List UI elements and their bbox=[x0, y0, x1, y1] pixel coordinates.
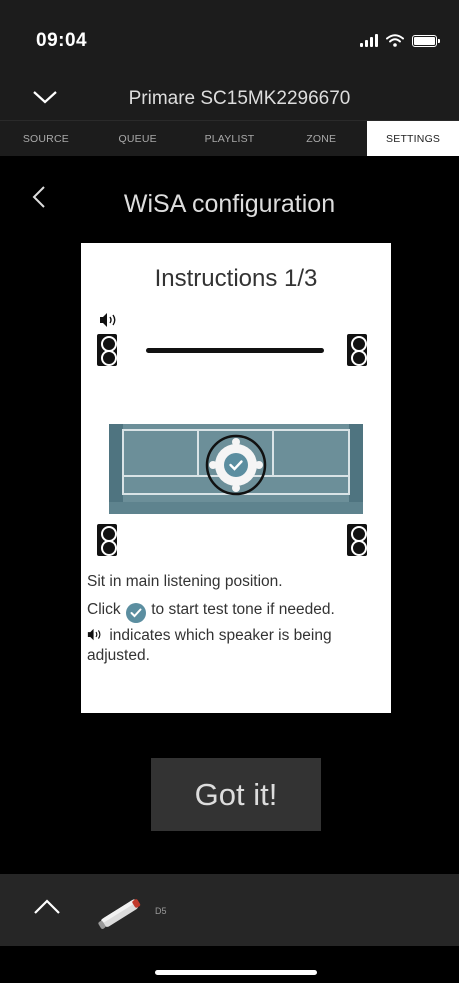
battery-icon bbox=[412, 34, 440, 47]
player-source-label: D5 bbox=[155, 906, 167, 916]
speaker-rear-right-icon bbox=[347, 524, 367, 556]
tab-source[interactable]: SOURCE bbox=[0, 121, 92, 156]
instruction-line-2-suffix: to start test tone if needed. bbox=[151, 601, 335, 618]
tab-queue[interactable]: QUEUE bbox=[92, 121, 184, 156]
status-bar: 09:04 bbox=[0, 0, 459, 80]
speaker-sound-icon bbox=[87, 628, 101, 641]
tab-settings[interactable]: SETTINGS bbox=[367, 121, 459, 156]
wifi-icon bbox=[386, 34, 404, 47]
device-title: Primare SC15MK2296670 bbox=[128, 88, 351, 109]
speaker-front-left-icon bbox=[97, 334, 117, 366]
speaker-sound-icon bbox=[100, 313, 116, 327]
instruction-line-2-prefix: Click bbox=[87, 601, 121, 618]
mini-player[interactable]: D5 bbox=[0, 874, 459, 946]
check-circle-icon bbox=[125, 603, 146, 623]
home-indicator bbox=[155, 970, 317, 975]
page-title: WiSA configuration bbox=[123, 190, 336, 218]
screen-bar bbox=[146, 348, 324, 353]
listening-position-icon bbox=[205, 434, 267, 496]
got-it-button[interactable]: Got it! bbox=[151, 758, 321, 831]
instruction-line-3-suffix: indicates which speaker is being bbox=[109, 627, 332, 644]
speaker-rear-left-icon bbox=[97, 524, 117, 556]
instruction-card: Instructions 1/3 Sit in main listening p… bbox=[81, 243, 391, 713]
instruction-line-3: indicates which speaker is being bbox=[87, 625, 332, 647]
clock: 09:04 bbox=[36, 30, 88, 51]
instruction-line-2: Click to start test tone if needed. bbox=[87, 599, 335, 623]
status-icons bbox=[360, 34, 440, 47]
app-header: Primare SC15MK2296670 bbox=[0, 80, 459, 120]
signal-icon bbox=[360, 34, 378, 47]
tab-zone[interactable]: ZONE bbox=[275, 121, 367, 156]
instruction-line-1: Sit in main listening position. bbox=[87, 573, 283, 590]
chevron-up-icon[interactable] bbox=[33, 898, 61, 916]
tab-playlist[interactable]: PLAYLIST bbox=[184, 121, 276, 156]
remote-control-icon bbox=[98, 899, 141, 929]
tab-bar: SOURCE QUEUE PLAYLIST ZONE SETTINGS bbox=[0, 120, 459, 156]
instruction-line-4: adjusted. bbox=[87, 647, 150, 664]
speaker-front-right-icon bbox=[347, 334, 367, 366]
card-title: Instructions 1/3 bbox=[154, 265, 318, 292]
